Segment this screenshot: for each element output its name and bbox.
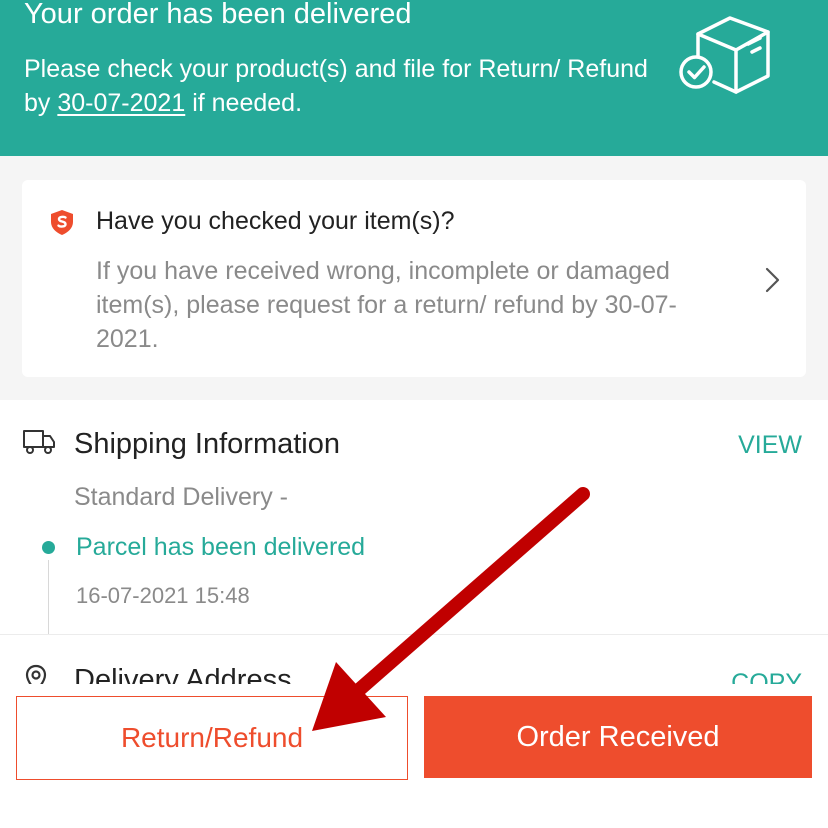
check-items-title: Have you checked your item(s)? <box>96 207 455 235</box>
delivery-status: Parcel has been delivered <box>76 533 366 561</box>
return-refund-button[interactable]: Return/Refund <box>16 696 408 780</box>
view-shipping-button[interactable]: VIEW <box>738 428 802 462</box>
shield-icon <box>51 210 73 235</box>
status-dot <box>42 541 55 554</box>
delivered-banner: Your order has been delivered Please che… <box>0 0 828 156</box>
truck-icon <box>23 430 55 454</box>
box-check-icon <box>679 16 770 94</box>
order-received-button[interactable]: Order Received <box>424 696 812 778</box>
return-deadline-link[interactable]: 30-07-2021 <box>57 89 185 117</box>
order-info-section: Shipping Information VIEW Standard Deliv… <box>0 400 828 697</box>
banner-title: Your order has been delivered <box>24 0 412 30</box>
shipping-method: Standard Delivery - <box>74 483 288 511</box>
banner-text-after: if needed. <box>185 89 303 117</box>
bottom-action-bar: Return/Refund Order Received <box>0 684 828 828</box>
section-divider <box>0 634 828 635</box>
shipping-info-title: Shipping Information <box>74 428 340 460</box>
check-items-card[interactable]: Have you checked your item(s)? If you ha… <box>22 180 806 377</box>
chevron-right-icon[interactable] <box>762 266 784 294</box>
timeline-line <box>48 560 49 634</box>
banner-message: Please check your product(s) and file fo… <box>24 52 674 120</box>
check-items-message: If you have received wrong, incomplete o… <box>96 257 677 353</box>
delivery-timestamp: 16-07-2021 15:48 <box>76 583 250 608</box>
